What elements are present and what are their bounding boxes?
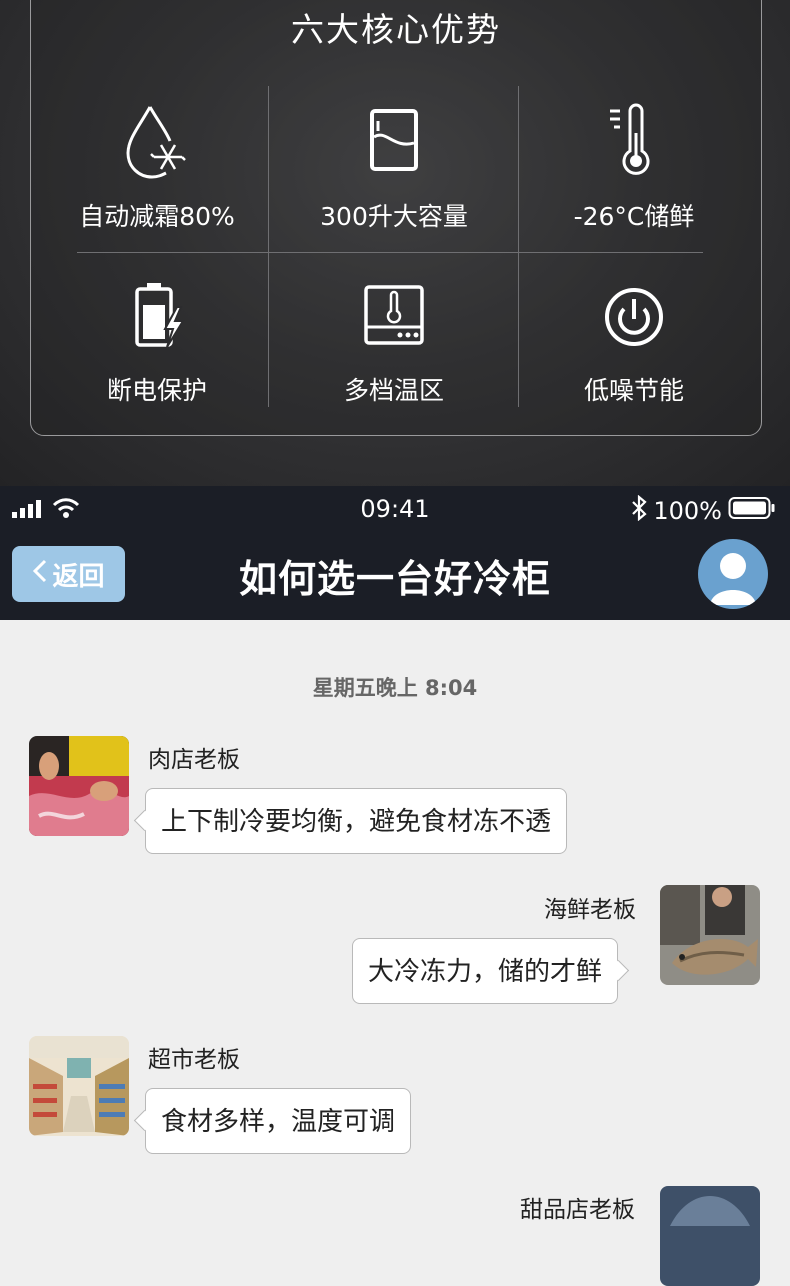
- feature-power-protection: 断电保护: [37, 277, 277, 407]
- user-icon: [710, 553, 756, 605]
- thermostat-panel-icon: [274, 277, 514, 357]
- butcher-avatar[interactable]: [29, 736, 129, 836]
- feature-label: 自动减霜80%: [79, 202, 235, 231]
- features-title: 六大核心优势: [291, 10, 501, 49]
- sender-name: 超市老板: [148, 1047, 240, 1073]
- feature-temperature: -26°C储鲜: [514, 103, 754, 233]
- feature-capacity: 300升大容量: [274, 103, 514, 233]
- feature-temp-zones: 多档温区: [274, 277, 514, 407]
- profile-avatar[interactable]: [698, 539, 768, 609]
- nav-bar: 返回 如何选一台好冷柜: [0, 534, 790, 620]
- page-title: 如何选一台好冷柜: [238, 557, 551, 601]
- sender-name: 甜品店老板: [520, 1197, 635, 1223]
- feature-label: 多档温区: [343, 376, 444, 405]
- grid-divider: [77, 252, 703, 253]
- sender-name: 肉店老板: [148, 747, 240, 773]
- message-bubble: 食材多样，温度可调: [145, 1088, 412, 1154]
- message-bubble: 大冷冻力，储的才鲜: [352, 938, 619, 1004]
- battery-charge-icon: [37, 277, 277, 357]
- drop-snowflake-icon: [37, 103, 277, 183]
- power-icon: [514, 277, 754, 357]
- features-section: 六大核心优势 自动减霜80% 300升大容量 -26°C储鲜 断电保护 多档温区…: [0, 0, 790, 486]
- feature-label: 低噪节能: [583, 376, 684, 405]
- supermarket-avatar[interactable]: [29, 1036, 129, 1136]
- message-bubble: 上下制冷要均衡，避免食材冻不透: [145, 788, 568, 854]
- chat-timestamp: 星期五晚上 8:04: [312, 676, 478, 700]
- features-panel: 六大核心优势 自动减霜80% 300升大容量 -26°C储鲜 断电保护 多档温区…: [30, 0, 762, 436]
- feature-low-noise: 低噪节能: [514, 277, 754, 407]
- dessert-shop-avatar[interactable]: [660, 1186, 760, 1286]
- status-right: 100%: [631, 494, 776, 527]
- feature-label: 断电保护: [106, 376, 207, 405]
- fridge-icon: [274, 103, 514, 183]
- battery-percent: 100%: [653, 497, 722, 525]
- status-bar: 09:41 100%: [0, 486, 790, 534]
- fishmonger-avatar[interactable]: [660, 885, 760, 985]
- sender-name: 海鲜老板: [544, 897, 636, 923]
- feature-label: 300升大容量: [320, 202, 468, 231]
- chat-area: 星期五晚上 8:04 肉店老板 上下制冷要均衡，避免食材冻不透 海鲜老板 大冷冻…: [0, 620, 790, 1286]
- battery-icon: [728, 496, 776, 526]
- feature-auto-defrost: 自动减霜80%: [37, 103, 277, 233]
- thermometer-icon: [514, 103, 754, 183]
- bluetooth-icon: [631, 494, 648, 527]
- feature-label: -26°C储鲜: [573, 202, 695, 231]
